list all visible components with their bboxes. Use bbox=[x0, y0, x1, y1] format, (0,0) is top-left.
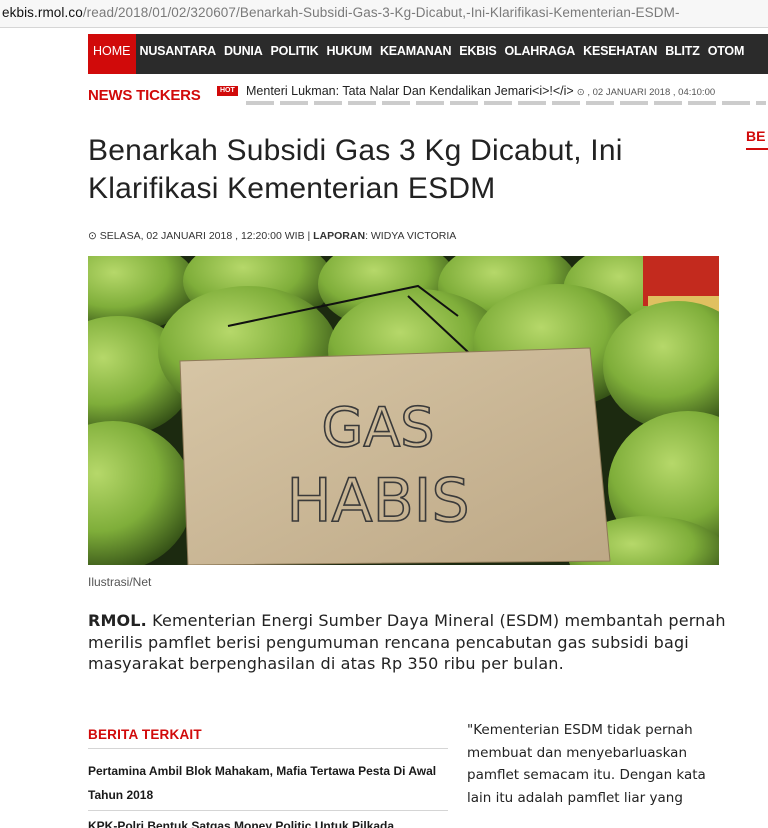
article-date: ⊙ SELASA, 02 JANUARI 2018 , 12:20:00 WIB… bbox=[88, 230, 311, 242]
nav-item-otomotif[interactable]: OTOM bbox=[704, 34, 748, 74]
sidebar-section-tag: BE bbox=[746, 128, 766, 144]
url-text[interactable]: ekbis.rmol.co/read/2018/01/02/320607/Ben… bbox=[2, 5, 680, 20]
news-tickers-label: NEWS TICKERS bbox=[88, 87, 201, 104]
nav-item-blitz[interactable]: BLITZ bbox=[661, 34, 703, 74]
hot-badge: HOT bbox=[217, 86, 238, 96]
article-lede: RMOL. Kementerian Energi Sumber Daya Min… bbox=[88, 610, 728, 675]
ticker-meta: ⊙ , 02 JANUARI 2018 , 04:10:00 bbox=[576, 87, 716, 98]
nav-item-keamanan[interactable]: KEAMANAN bbox=[376, 34, 455, 74]
nav-item-ekbis[interactable]: EKBIS bbox=[455, 34, 500, 74]
article-photo: GAS HABIS bbox=[88, 256, 719, 565]
related-item-link[interactable]: KPK-Polri Bentuk Satgas Money Politic Un… bbox=[88, 814, 448, 828]
nav-item-home[interactable]: HOME bbox=[88, 34, 136, 74]
sidebar-underline bbox=[746, 148, 768, 150]
nav-item-politik[interactable]: POLITIK bbox=[267, 34, 323, 74]
browser-url-bar[interactable]: ekbis.rmol.co/read/2018/01/02/320607/Ben… bbox=[0, 0, 768, 28]
lede-source: RMOL. bbox=[88, 611, 147, 630]
ticker-headline-link[interactable]: Menteri Lukman: Tata Nalar Dan Kendalika… bbox=[246, 84, 715, 98]
article-meta: ⊙ SELASA, 02 JANUARI 2018 , 12:20:00 WIB… bbox=[88, 230, 456, 242]
nav-item-kesehatan[interactable]: KESEHATAN bbox=[579, 34, 661, 74]
ticker-next-line-cutoff bbox=[246, 101, 766, 105]
report-label: LAPORAN bbox=[313, 230, 366, 242]
related-divider bbox=[88, 810, 448, 811]
nav-item-dunia[interactable]: DUNIA bbox=[220, 34, 267, 74]
sign-line-2: HABIS bbox=[286, 466, 469, 536]
lede-text: Kementerian Energi Sumber Daya Mineral (… bbox=[88, 611, 726, 673]
sign-line-1: GAS bbox=[321, 396, 434, 459]
url-domain: ekbis.rmol.co bbox=[2, 5, 83, 20]
article-body-paragraph: "Kementerian ESDM tidak pernah membuat d… bbox=[467, 722, 706, 806]
nav-item-olahraga[interactable]: OLAHRAGA bbox=[501, 34, 580, 74]
url-path: /read/2018/01/02/320607/Benarkah-Subsidi… bbox=[82, 5, 680, 20]
ticker-headline: Menteri Lukman: Tata Nalar Dan Kendalika… bbox=[246, 84, 574, 98]
nav-item-hukum[interactable]: HUKUM bbox=[322, 34, 376, 74]
nav-item-nusantara[interactable]: NUSANTARA bbox=[136, 34, 220, 74]
article-title: Benarkah Subsidi Gas 3 Kg Dicabut, Ini K… bbox=[88, 134, 623, 205]
related-item-link[interactable]: Pertamina Ambil Blok Mahakam, Mafia Tert… bbox=[88, 759, 448, 807]
related-news-heading: BERITA TERKAIT bbox=[88, 727, 202, 742]
related-divider bbox=[88, 748, 448, 749]
photo-caption: Ilustrasi/Net bbox=[88, 575, 152, 589]
main-nav: HOME NUSANTARA DUNIA POLITIK HUKUM KEAMANAN EK… bbox=[88, 34, 768, 74]
article-reporter: : WIDYA VICTORIA bbox=[365, 230, 457, 242]
